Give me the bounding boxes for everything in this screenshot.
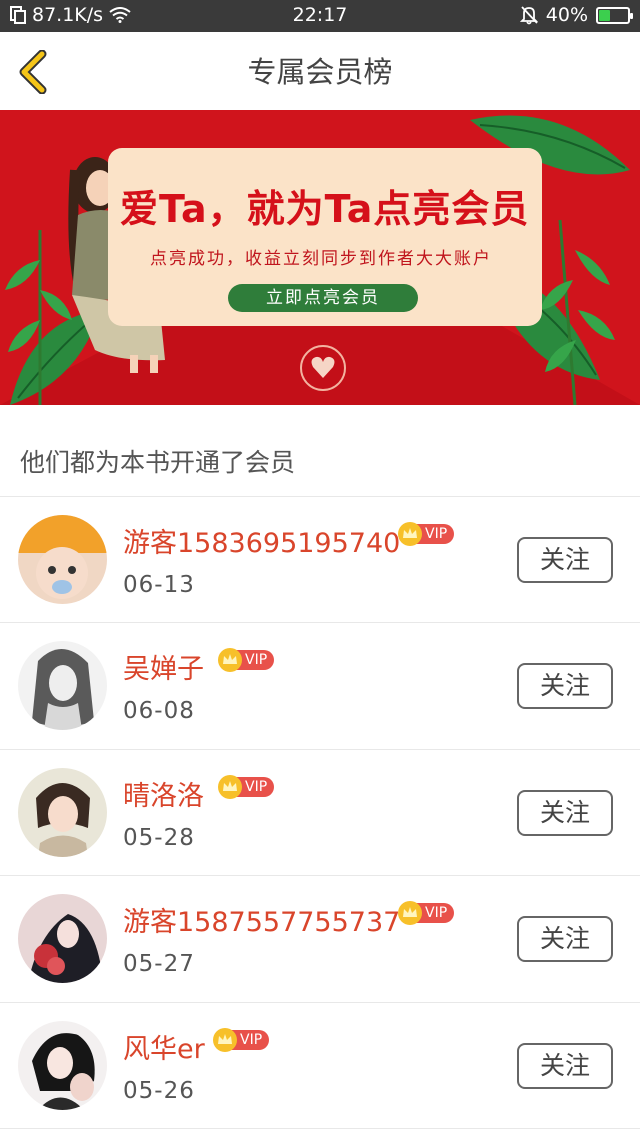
- member-name[interactable]: 风华er: [123, 1027, 205, 1066]
- status-bar: 87.1K/s 22:17 40%: [0, 0, 640, 32]
- crown-icon: [398, 901, 422, 926]
- list-item[interactable]: 游客1583695195740 VIP 06-13 关注: [0, 497, 640, 624]
- follow-button[interactable]: 关注: [517, 537, 613, 583]
- member-list: 游客1583695195740 VIP 06-13 关注 吴婵子 VIP 06-…: [0, 497, 640, 1129]
- battery-percent: 40%: [545, 4, 588, 26]
- member-date: 05-26: [123, 1077, 195, 1104]
- crown-icon: [218, 648, 242, 673]
- list-item[interactable]: 风华er VIP 05-26 关注: [0, 1002, 640, 1129]
- battery-fill: [599, 9, 611, 21]
- avatar[interactable]: [18, 767, 107, 857]
- follow-button[interactable]: 关注: [517, 916, 613, 963]
- promo-banner[interactable]: 爱Ta，就为Ta点亮会员 点亮成功，收益立刻同步到作者大大账户 立即点亮会员: [0, 110, 640, 405]
- follow-button[interactable]: 关注: [517, 663, 613, 710]
- bell-muted-icon: [519, 6, 538, 25]
- avatar[interactable]: [18, 641, 107, 731]
- crown-icon: [218, 774, 242, 799]
- member-date: 05-28: [123, 824, 195, 851]
- list-item[interactable]: 游客1587557755737 VIP 05-27 关注: [0, 876, 640, 1003]
- follow-button[interactable]: 关注: [517, 1042, 613, 1089]
- member-name[interactable]: 游客1583695195740: [123, 521, 400, 560]
- member-name[interactable]: 游客1587557755737: [123, 900, 400, 939]
- member-name[interactable]: 吴婵子: [123, 647, 204, 686]
- avatar[interactable]: [18, 1020, 107, 1110]
- crown-icon: [398, 522, 422, 546]
- page-title: 专属会员榜: [247, 55, 393, 89]
- list-item[interactable]: 晴洛洛 VIP 05-28 关注: [0, 749, 640, 877]
- crown-icon: [213, 1027, 237, 1052]
- member-date: 06-13: [123, 572, 195, 598]
- avatar[interactable]: [18, 894, 107, 984]
- section-title: 他们都为本书开通了会员: [20, 448, 296, 477]
- status-right: 40%: [519, 4, 633, 26]
- member-date: 05-27: [123, 951, 195, 978]
- banner-subtitle: 点亮成功，收益立刻同步到作者大大账户: [150, 249, 492, 269]
- follow-button[interactable]: 关注: [517, 789, 613, 836]
- battery-icon: [596, 6, 633, 24]
- list-item[interactable]: 吴婵子 VIP 06-08 关注: [0, 623, 640, 750]
- avatar[interactable]: [18, 515, 107, 604]
- member-date: 06-08: [123, 698, 195, 725]
- light-up-vip-button[interactable]: 立即点亮会员: [228, 284, 418, 312]
- nav-bar: 专属会员榜: [0, 32, 640, 110]
- member-name[interactable]: 晴洛洛: [123, 774, 204, 813]
- banner-title: 爱Ta，就为Ta点亮会员: [120, 187, 530, 231]
- section-header: 他们都为本书开通了会员: [0, 405, 640, 497]
